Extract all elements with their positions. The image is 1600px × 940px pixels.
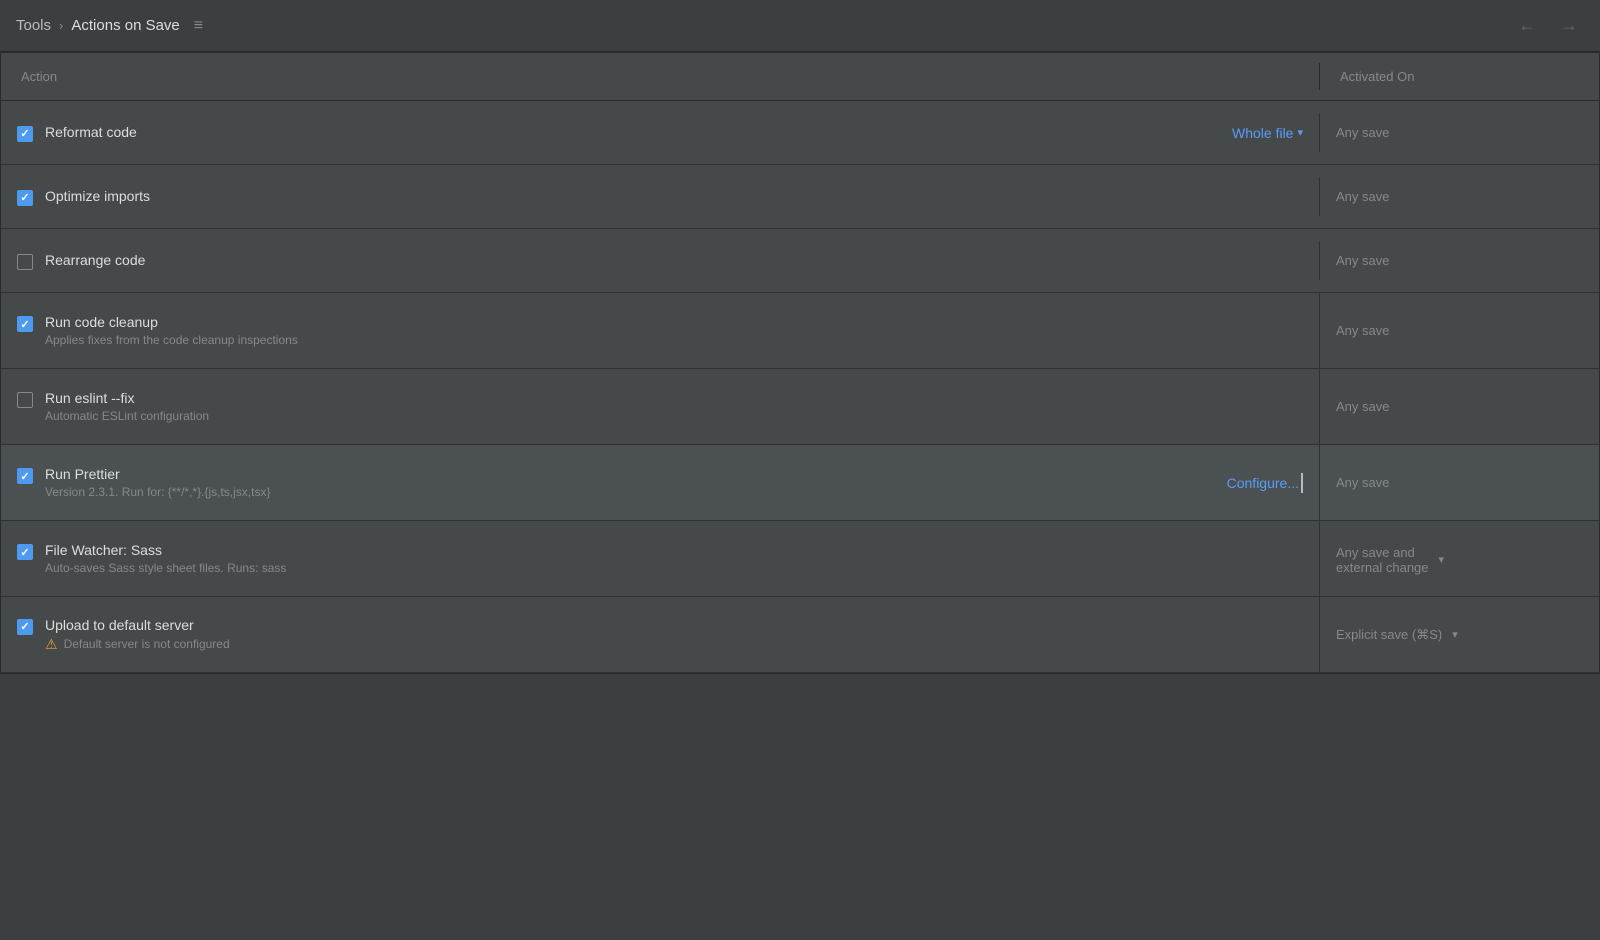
row-reformat-code: Reformat code (1, 112, 1232, 154)
chevron-down-icon: ▾ (1452, 628, 1458, 641)
activated-on-run-prettier: Any save (1319, 445, 1599, 520)
row-upload-default-server: Upload to default server ⚠ Default serve… (1, 605, 1303, 665)
checkbox-run-code-cleanup[interactable] (17, 316, 33, 332)
col-header-action: Action (1, 63, 1319, 90)
activated-dropdown-sass[interactable]: Any save andexternal change ▾ (1336, 545, 1444, 575)
action-name-rearrange-code: Rearrange code (45, 252, 1287, 268)
action-name-file-watcher-sass: File Watcher: Sass (45, 542, 1287, 558)
settings-panel: Action Activated On Reformat code Whole … (0, 52, 1600, 674)
row-optimize-imports: Optimize imports (1, 176, 1303, 218)
nav-back-button[interactable]: ← (1512, 11, 1542, 40)
action-name-upload-default-server: Upload to default server (45, 617, 1287, 633)
checkbox-reformat-code[interactable] (17, 126, 33, 142)
col-header-activated: Activated On (1319, 63, 1599, 90)
breadcrumb-chevron: › (59, 18, 63, 33)
table-row: Reformat code Whole file ▾ Any save (1, 101, 1599, 165)
checkbox-run-prettier[interactable] (17, 468, 33, 484)
activated-on-rearrange-code: Any save (1319, 241, 1599, 280)
chevron-down-icon: ▾ (1439, 553, 1445, 566)
warning-text: Default server is not configured (64, 637, 230, 651)
checkbox-rearrange-code[interactable] (17, 254, 33, 270)
table-row: Run eslint --fix Automatic ESLint config… (1, 369, 1599, 445)
breadcrumb: Tools › Actions on Save ≡ (16, 17, 1512, 35)
activated-on-run-code-cleanup: Any save (1319, 293, 1599, 368)
checkbox-optimize-imports[interactable] (17, 190, 33, 206)
activated-dropdown-upload[interactable]: Explicit save (⌘S) ▾ (1336, 627, 1458, 643)
table-row: Run code cleanup Applies fixes from the … (1, 293, 1599, 369)
nav-buttons: ← → (1512, 11, 1584, 40)
action-desc-run-code-cleanup: Applies fixes from the code cleanup insp… (45, 333, 1287, 347)
action-name-run-eslint-fix: Run eslint --fix (45, 390, 1287, 406)
warning-icon: ⚠ (45, 636, 58, 653)
activated-on-run-eslint-fix: Any save (1319, 369, 1599, 444)
table-row: Run Prettier Version 2.3.1. Run for: {**… (1, 445, 1599, 521)
table-row: Optimize imports Any save (1, 165, 1599, 229)
action-name-optimize-imports: Optimize imports (45, 188, 1287, 204)
row-file-watcher-sass: File Watcher: Sass Auto-saves Sass style… (1, 530, 1303, 587)
chevron-down-icon: ▾ (1297, 126, 1303, 139)
action-name-reformat-code: Reformat code (45, 124, 1216, 140)
action-name-run-code-cleanup: Run code cleanup (45, 314, 1287, 330)
page-title: Actions on Save (71, 17, 179, 34)
checkbox-run-eslint-fix[interactable] (17, 392, 33, 408)
row-run-code-cleanup: Run code cleanup Applies fixes from the … (1, 302, 1303, 359)
page-icon: ≡ (194, 17, 203, 35)
table-row: Rearrange code Any save (1, 229, 1599, 293)
row-rearrange-code: Rearrange code (1, 240, 1303, 282)
checkbox-upload-default-server[interactable] (17, 619, 33, 635)
action-name-run-prettier: Run Prettier (45, 466, 1211, 482)
table-row: Upload to default server ⚠ Default serve… (1, 597, 1599, 673)
activated-on-upload-default-server: Explicit save (⌘S) ▾ (1319, 597, 1599, 672)
action-desc-run-eslint-fix: Automatic ESLint configuration (45, 409, 1287, 423)
titlebar: Tools › Actions on Save ≡ ← → (0, 0, 1600, 52)
configure-link[interactable]: Configure... (1227, 475, 1299, 491)
activated-on-optimize-imports: Any save (1319, 177, 1599, 216)
row-run-prettier: Run Prettier Version 2.3.1. Run for: {**… (1, 454, 1227, 511)
activated-label-sass: Any save andexternal change (1336, 545, 1429, 575)
whole-file-dropdown[interactable]: Whole file ▾ (1232, 125, 1303, 141)
row-run-eslint-fix: Run eslint --fix Automatic ESLint config… (1, 378, 1303, 435)
action-desc-file-watcher-sass: Auto-saves Sass style sheet files. Runs:… (45, 561, 1287, 575)
action-desc-run-prettier: Version 2.3.1. Run for: {**/*,*}.{js,ts,… (45, 485, 1211, 499)
activated-on-file-watcher-sass: Any save andexternal change ▾ (1319, 521, 1599, 596)
cursor (1301, 473, 1303, 493)
table-row: File Watcher: Sass Auto-saves Sass style… (1, 521, 1599, 597)
nav-forward-button[interactable]: → (1554, 11, 1584, 40)
activated-on-reformat-code: Any save (1319, 113, 1599, 152)
whole-file-label: Whole file (1232, 125, 1293, 141)
tools-label[interactable]: Tools (16, 17, 51, 34)
table-header: Action Activated On (1, 53, 1599, 101)
activated-label-upload: Explicit save (⌘S) (1336, 627, 1442, 643)
checkbox-file-watcher-sass[interactable] (17, 544, 33, 560)
